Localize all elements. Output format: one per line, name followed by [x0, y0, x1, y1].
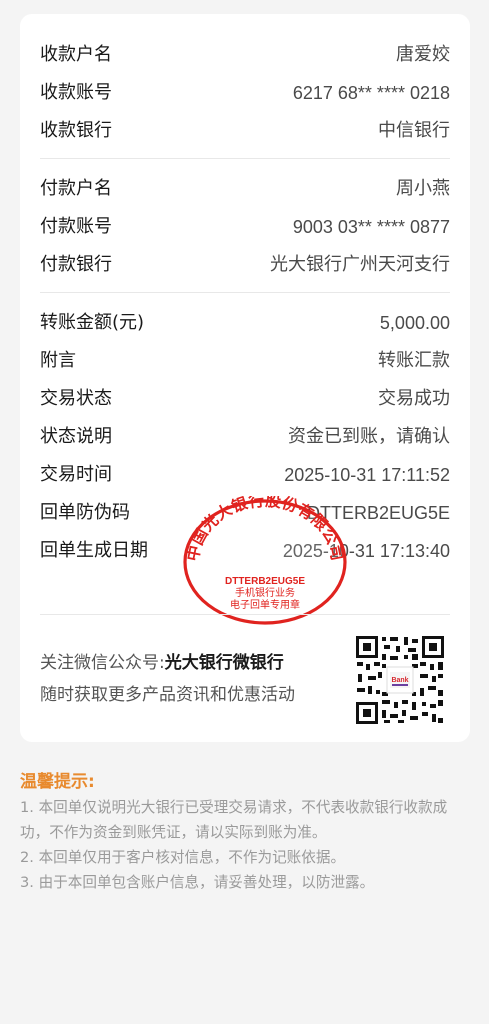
divider — [40, 614, 450, 615]
payee-account-value: 6217 68** **** 0218 — [292, 83, 450, 103]
receipt-date-label: 回单生成日期 — [40, 540, 148, 561]
anti-fake-label: 回单防伪码 — [40, 502, 130, 523]
time-value: 2025-10-31 17:11:52 — [284, 465, 450, 485]
receipt-card: 收款户名 唐爱姣 收款账号 6217 68** **** 0218 收款银行 中… — [20, 14, 470, 742]
qr-logo-text: Bank — [391, 677, 408, 684]
tips-title: 温馨提示: — [20, 772, 95, 792]
status-value: 交易成功 — [378, 388, 450, 409]
time-label: 交易时间 — [40, 464, 112, 485]
payer-name-value: 周小燕 — [396, 178, 450, 199]
payee-name-value: 唐爱姣 — [396, 44, 450, 65]
amount-label: 转账金额(元) — [40, 312, 145, 333]
follow-account-name: 光大银行微银行 — [164, 653, 284, 673]
stamp-code: DTTERB2EUG5E — [225, 576, 305, 587]
memo-row: 附言 转账汇款 — [40, 346, 450, 376]
bank-seal-stamp: 中国光大银行股份有限公司 DTTERB2EUG5E 手机银行业务 电子回单专用章 — [183, 496, 347, 625]
wechat-qr-code[interactable]: Bank — [354, 634, 446, 726]
payee-name-label: 收款户名 — [40, 44, 112, 65]
status-desc-label: 状态说明 — [40, 426, 112, 447]
payer-name-row: 付款户名 周小燕 — [40, 174, 450, 204]
payee-account-label: 收款账号 — [40, 82, 112, 103]
follow-prefix: 关注微信公众号: — [40, 653, 165, 673]
payer-bank-value: 光大银行广州天河支行 — [270, 254, 450, 275]
amount-row: 转账金额(元) 5,000.00 — [40, 308, 450, 338]
stamp-line1: 手机银行业务 — [235, 586, 295, 599]
payer-bank-label: 付款银行 — [40, 254, 112, 275]
memo-value: 转账汇款 — [378, 350, 450, 371]
payer-name-label: 付款户名 — [40, 178, 112, 199]
divider — [40, 158, 450, 159]
tip-item-1: 1. 本回单仅说明光大银行已受理交易请求，不代表收款银行收款成功，不作为资金到账… — [20, 799, 448, 841]
divider — [40, 292, 450, 293]
follow-wechat-text: 关注微信公众号:光大银行微银行 — [40, 648, 284, 678]
tip-item-3: 3. 由于本回单包含账户信息，请妥善处理，以防泄露。 — [20, 874, 375, 891]
time-row: 交易时间 2025-10-31 17:11:52 — [40, 460, 450, 490]
memo-label: 附言 — [40, 350, 76, 371]
payee-bank-value: 中信银行 — [378, 120, 450, 141]
follow-subtitle: 随时获取更多产品资讯和优惠活动 — [40, 685, 295, 705]
payee-account-row: 收款账号 6217 68** **** 0218 — [40, 78, 450, 108]
payer-bank-row: 付款银行 光大银行广州天河支行 — [40, 250, 450, 280]
payer-account-label: 付款账号 — [40, 216, 112, 237]
payer-account-value: 9003 03** **** 0877 — [292, 217, 450, 237]
payee-name-row: 收款户名 唐爱姣 — [40, 40, 450, 70]
tip-item-2: 2. 本回单仅用于客户核对信息，不作为记账依据。 — [20, 849, 346, 866]
amount-value: 5,000.00 — [379, 313, 450, 333]
payee-bank-label: 收款银行 — [40, 120, 112, 141]
status-desc-value: 资金已到账，请确认 — [288, 426, 450, 447]
stamp-line2: 电子回单专用章 — [230, 598, 300, 611]
payer-account-row: 付款账号 9003 03** **** 0877 — [40, 212, 450, 242]
status-row: 交易状态 交易成功 — [40, 384, 450, 414]
status-desc-row: 状态说明 资金已到账，请确认 — [40, 422, 450, 452]
status-label: 交易状态 — [40, 388, 112, 409]
payee-bank-row: 收款银行 中信银行 — [40, 116, 450, 146]
